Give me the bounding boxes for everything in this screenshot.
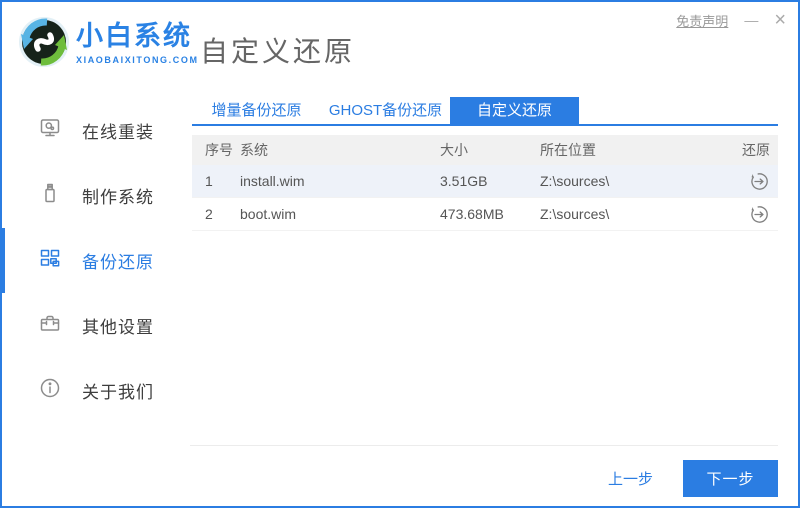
column-header-restore: 还原: [742, 142, 770, 158]
restore-icon[interactable]: [749, 204, 770, 225]
sidebar: 在线重装 制作系统 备份还原 其他设置 关于我们: [2, 90, 192, 506]
brand-logo-icon: [19, 17, 69, 67]
sidebar-item-label: 关于我们: [82, 383, 154, 402]
table-header: 序号 系统 大小 所在位置 还原: [192, 135, 778, 165]
cell-location: Z:\sources\: [540, 206, 610, 222]
prev-step-button[interactable]: 上一步: [608, 468, 653, 489]
minimize-icon[interactable]: —: [744, 13, 758, 27]
table-row[interactable]: 2 boot.wim 473.68MB Z:\sources\: [192, 198, 778, 231]
disclaimer-link[interactable]: 免责声明: [676, 11, 728, 30]
sidebar-item-label: 备份还原: [82, 253, 154, 272]
cell-index: 2: [205, 206, 213, 222]
column-header-index: 序号: [205, 142, 233, 158]
monitor-icon: [38, 116, 62, 145]
cell-size: 473.68MB: [440, 206, 504, 222]
next-step-button[interactable]: 下一步: [683, 459, 778, 497]
cell-system: boot.wim: [240, 206, 297, 222]
column-header-size: 大小: [440, 142, 468, 158]
column-header-system: 系统: [240, 142, 268, 158]
brand-domain: XIAOBAIXITONG.COM: [76, 54, 199, 65]
window-controls: 免责声明 — ×: [676, 10, 786, 30]
app-window: 小白系统 XIAOBAIXITONG.COM 自定义还原 免责声明 — × 在线…: [0, 0, 800, 508]
table-row[interactable]: 1 install.wim 3.51GB Z:\sources\: [192, 165, 778, 198]
page-title: 自定义还原: [200, 36, 356, 67]
tab-bar: 增量备份还原 GHOST备份还原 自定义还原: [192, 97, 778, 126]
backup-grid-icon: [38, 246, 62, 275]
brand-block: 小白系统 XIAOBAIXITONG.COM: [76, 21, 199, 65]
tab-ghost-backup-restore[interactable]: GHOST备份还原: [321, 97, 450, 124]
column-header-location: 所在位置: [540, 142, 596, 158]
cell-location: Z:\sources\: [540, 173, 610, 189]
close-icon[interactable]: ×: [774, 10, 786, 30]
sidebar-item-label: 在线重装: [82, 123, 154, 142]
footer: 上一步 下一步: [190, 445, 778, 506]
tab-incremental-backup-restore[interactable]: 增量备份还原: [192, 97, 321, 124]
sidebar-item-about-us[interactable]: 关于我们: [2, 358, 192, 423]
tab-custom-restore[interactable]: 自定义还原: [450, 97, 579, 124]
cell-size: 3.51GB: [440, 173, 488, 189]
usb-drive-icon: [38, 181, 62, 210]
backup-table: 序号 系统 大小 所在位置 还原 1 install.wim 3.51GB Z:…: [192, 135, 778, 231]
cell-system: install.wim: [240, 173, 305, 189]
sidebar-item-backup-restore[interactable]: 备份还原: [2, 228, 192, 293]
sidebar-item-label: 制作系统: [82, 188, 154, 207]
toolbox-icon: [38, 311, 62, 340]
sidebar-item-other-settings[interactable]: 其他设置: [2, 293, 192, 358]
restore-icon[interactable]: [749, 171, 770, 192]
brand-name: 小白系统: [76, 21, 192, 51]
cell-index: 1: [205, 173, 213, 189]
sidebar-item-label: 其他设置: [82, 318, 154, 337]
sidebar-item-make-system[interactable]: 制作系统: [2, 163, 192, 228]
info-icon: [38, 376, 62, 405]
sidebar-item-online-reinstall[interactable]: 在线重装: [2, 98, 192, 163]
